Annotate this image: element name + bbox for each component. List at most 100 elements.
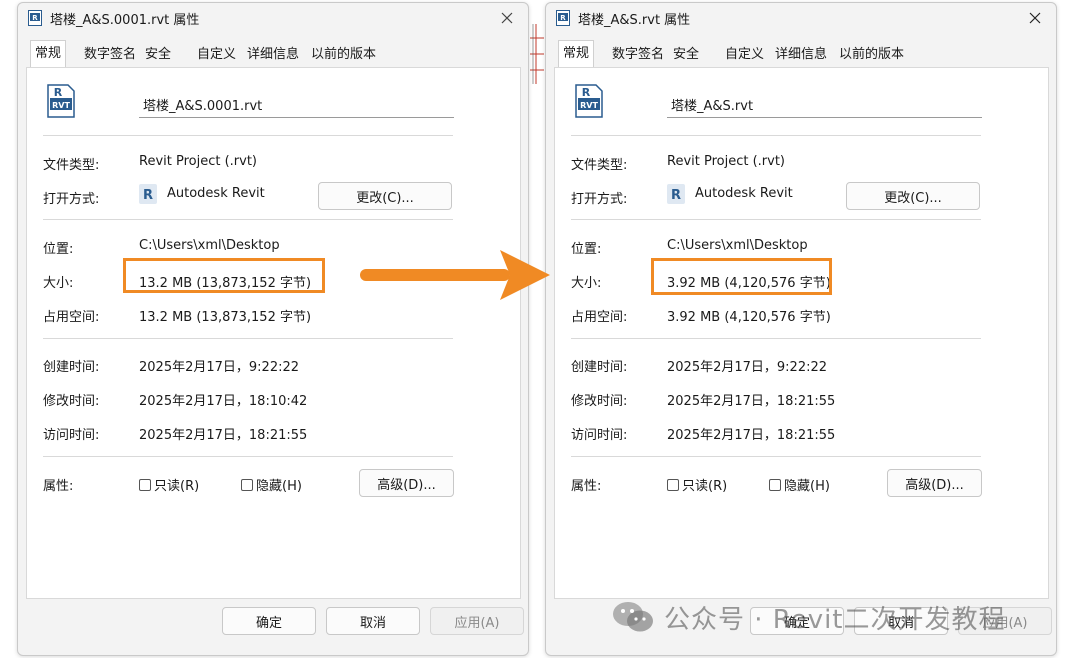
tab-details[interactable]: 详细信息	[243, 43, 303, 67]
divider	[571, 456, 981, 457]
accessed-value: 2025年2月17日，18:21:55	[139, 428, 308, 443]
size-label: 大小:	[571, 276, 602, 291]
size-label: 大小:	[43, 276, 74, 291]
open-with-value: Autodesk Revit	[695, 186, 793, 201]
hidden-checkbox[interactable]: 隐藏(H)	[769, 475, 830, 494]
location-value: C:\Users\xml\Desktop	[139, 238, 280, 253]
cancel-button[interactable]: 取消	[326, 607, 420, 635]
created-label: 创建时间:	[43, 360, 100, 375]
arrow-right-icon	[360, 250, 550, 300]
divider	[43, 338, 453, 339]
accessed-label: 访问时间:	[571, 428, 628, 443]
titlebar: R 塔楼_A&S.0001.rvt 属性	[18, 3, 528, 33]
tab-custom[interactable]: 自定义	[193, 43, 240, 67]
file-name-field[interactable]	[667, 92, 982, 118]
close-button[interactable]	[486, 3, 528, 33]
checkbox-box	[241, 478, 253, 491]
attributes-label: 属性:	[43, 479, 74, 494]
window-title: 塔楼_A&S.rvt 属性	[578, 13, 691, 28]
general-panel: RVT R 文件类型: Revit Project (.rvt) 打开方式: R…	[554, 67, 1049, 599]
tab-custom[interactable]: 自定义	[721, 43, 768, 67]
revit-app-icon: R	[139, 184, 157, 204]
advanced-button[interactable]: 高级(D)...	[887, 469, 982, 497]
tab-digital-signatures[interactable]: 数字签名	[80, 43, 140, 67]
divider	[571, 338, 981, 339]
revit-app-icon: R	[667, 184, 685, 204]
accessed-label: 访问时间:	[43, 428, 100, 443]
accessed-value: 2025年2月17日，18:21:55	[667, 428, 836, 443]
checkbox-box	[139, 478, 151, 491]
background-drawing-fragment	[530, 24, 544, 84]
close-icon	[1029, 12, 1041, 24]
open-with-label: 打开方式:	[43, 192, 100, 207]
watermark: 公众号 · Revit二次开发教程	[612, 597, 1006, 637]
modified-label: 修改时间:	[571, 394, 628, 409]
readonly-checkbox[interactable]: 只读(R)	[139, 475, 199, 494]
tab-previous-versions[interactable]: 以前的版本	[835, 43, 908, 67]
modified-label: 修改时间:	[43, 394, 100, 409]
wechat-icon	[613, 602, 653, 632]
revit-file-icon: RVT R	[575, 84, 603, 118]
modified-value: 2025年2月17日，18:10:42	[139, 394, 308, 409]
svg-text:R: R	[671, 188, 681, 203]
watermark-text: 公众号 · Revit二次开发教程	[664, 604, 1006, 635]
disk-size-label: 占用空间:	[571, 310, 628, 325]
disk-size-label: 占用空间:	[43, 310, 100, 325]
svg-text:R: R	[54, 86, 63, 99]
window-title: 塔楼_A&S.0001.rvt 属性	[50, 13, 200, 28]
file-name-field[interactable]	[139, 92, 454, 118]
divider	[43, 456, 453, 457]
location-value: C:\Users\xml\Desktop	[667, 238, 808, 253]
svg-text:R: R	[560, 14, 566, 22]
tab-general[interactable]: 常规	[558, 40, 595, 68]
properties-dialog-left: R 塔楼_A&S.0001.rvt 属性 常规 数字签名 安全 自定义 详细信息…	[17, 2, 529, 656]
svg-text:RVT: RVT	[580, 101, 598, 110]
ok-button[interactable]: 确定	[222, 607, 316, 635]
revit-file-icon: RVT R	[47, 84, 75, 118]
advanced-button[interactable]: 高级(D)...	[359, 469, 454, 497]
tab-details[interactable]: 详细信息	[771, 43, 831, 67]
general-panel: RVT R 文件类型: Revit Project (.rvt) 打开方式: R…	[26, 67, 521, 599]
attributes-label: 属性:	[571, 479, 602, 494]
created-label: 创建时间:	[571, 360, 628, 375]
disk-size-value: 3.92 MB (4,120,576 字节)	[667, 310, 831, 325]
titlebar: R 塔楼_A&S.rvt 属性	[546, 3, 1056, 33]
svg-text:R: R	[143, 188, 153, 203]
size-highlight-box	[651, 258, 832, 295]
hidden-label: 隐藏(H)	[256, 479, 302, 494]
change-button[interactable]: 更改(C)...	[318, 182, 452, 210]
file-type-value: Revit Project (.rvt)	[667, 154, 786, 169]
revit-file-icon: R	[556, 10, 570, 26]
created-value: 2025年2月17日，9:22:22	[139, 360, 300, 375]
readonly-label: 只读(R)	[682, 479, 728, 494]
tab-digital-signatures[interactable]: 数字签名	[608, 43, 668, 67]
revit-file-icon: R	[28, 10, 42, 26]
location-label: 位置:	[43, 242, 74, 257]
divider	[571, 219, 981, 220]
properties-dialog-right: R 塔楼_A&S.rvt 属性 常规 数字签名 安全 自定义 详细信息 以前的版…	[545, 2, 1057, 656]
change-button[interactable]: 更改(C)...	[846, 182, 980, 210]
tab-security[interactable]: 安全	[669, 43, 703, 67]
close-icon	[501, 12, 513, 24]
apply-button[interactable]: 应用(A)	[430, 607, 524, 635]
readonly-label: 只读(R)	[154, 479, 200, 494]
svg-text:R: R	[32, 14, 38, 22]
location-label: 位置:	[571, 242, 602, 257]
hidden-checkbox[interactable]: 隐藏(H)	[241, 475, 302, 494]
tab-general[interactable]: 常规	[30, 40, 67, 68]
close-button[interactable]	[1014, 3, 1056, 33]
tab-previous-versions[interactable]: 以前的版本	[307, 43, 380, 67]
svg-text:R: R	[582, 86, 591, 99]
readonly-checkbox[interactable]: 只读(R)	[667, 475, 727, 494]
disk-size-value: 13.2 MB (13,873,152 字节)	[139, 310, 312, 325]
checkbox-box	[667, 478, 679, 491]
checkbox-box	[769, 478, 781, 491]
hidden-label: 隐藏(H)	[784, 479, 830, 494]
size-highlight-box	[123, 258, 325, 293]
open-with-label: 打开方式:	[571, 192, 628, 207]
tab-security[interactable]: 安全	[141, 43, 175, 67]
divider	[43, 135, 453, 136]
svg-text:RVT: RVT	[52, 101, 70, 110]
divider	[43, 219, 453, 220]
file-type-value: Revit Project (.rvt)	[139, 154, 258, 169]
